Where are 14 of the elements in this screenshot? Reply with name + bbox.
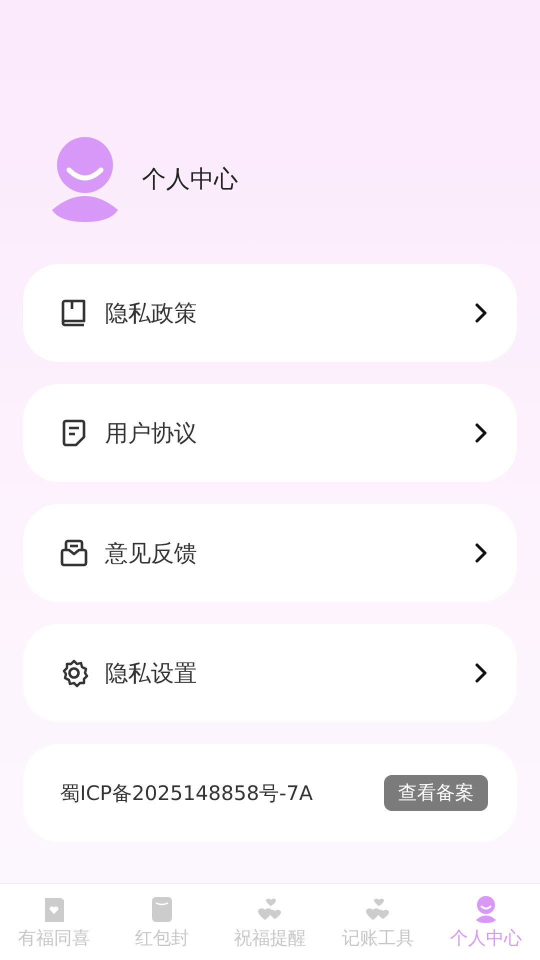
view-record-button[interactable]: 查看备案 — [384, 775, 488, 811]
avatar-icon — [52, 136, 118, 222]
menu-item[interactable]: 隐私政策 — [23, 264, 517, 362]
menu-item[interactable]: 用户协议 — [23, 384, 517, 482]
tab[interactable]: 个人中心 — [432, 884, 540, 960]
chevron-right-icon — [475, 663, 487, 683]
inbox-icon — [59, 538, 89, 568]
chevron-right-icon — [475, 543, 487, 563]
chevron-right-icon — [475, 423, 487, 443]
chevron-right-icon — [475, 303, 487, 323]
icp-number: 蜀ICP备2025148858号-7A — [60, 780, 313, 806]
profile-title: 个人中心 — [142, 164, 238, 195]
menu-item[interactable]: 隐私设置 — [23, 624, 517, 722]
menu-item[interactable]: 意见反馈 — [23, 504, 517, 602]
